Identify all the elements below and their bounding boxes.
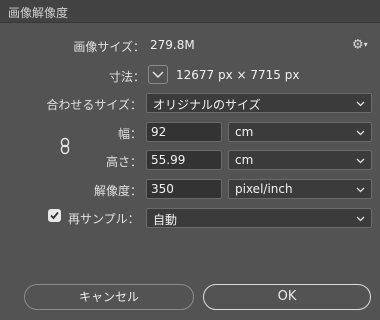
resample-method-value: 自動 [153,213,178,227]
dimensions-unit-toggle[interactable] [148,65,168,84]
settings-button[interactable]: ⚙▾ [352,38,372,52]
resample-checkbox[interactable] [48,209,61,222]
fit-to-label: 合わせるサイズ： [46,98,142,112]
fit-to-value: オリジナルのサイズ [153,98,261,112]
resolution-unit-value: pixel/inch [235,182,293,196]
chevron-down-icon [152,71,164,79]
image-size-value: 279.8M [150,38,195,52]
dimensions-label: 寸法： [108,70,145,84]
ok-button[interactable]: OK [203,284,371,310]
height-unit-value: cm [235,153,254,167]
gear-icon: ⚙ [352,37,364,53]
title-bar: 画像解像度 [0,0,380,23]
height-label: 高さ： [105,155,142,169]
resample-label: 再サンプル： [68,212,140,226]
chevron-down-icon: ▾ [363,40,368,49]
image-size-label: 画像サイズ： [73,40,145,54]
fit-to-select[interactable]: オリジナルのサイズ [146,93,372,113]
chevron-down-icon [356,158,365,164]
height-unit-select[interactable]: cm [228,150,372,170]
height-input[interactable]: 55.99 [146,150,222,170]
width-label: 幅： [117,127,142,141]
resample-method-select[interactable]: 自動 [146,208,372,228]
width-unit-value: cm [235,125,254,139]
chevron-down-icon [356,216,365,222]
resolution-input[interactable]: 350 [146,179,222,199]
chevron-down-icon [356,130,365,136]
resolution-unit-select[interactable]: pixel/inch [228,179,372,199]
chevron-down-icon [356,187,365,193]
dialog-title: 画像解像度 [8,6,69,20]
cancel-button[interactable]: キャンセル [24,284,194,310]
dimensions-value: 12677 px × 7715 px [176,68,300,82]
chevron-down-icon [356,101,365,107]
checkmark-icon [50,211,59,220]
resolution-label: 解像度： [93,184,142,198]
width-input[interactable]: 92 [146,122,222,142]
width-unit-select[interactable]: cm [228,122,372,142]
